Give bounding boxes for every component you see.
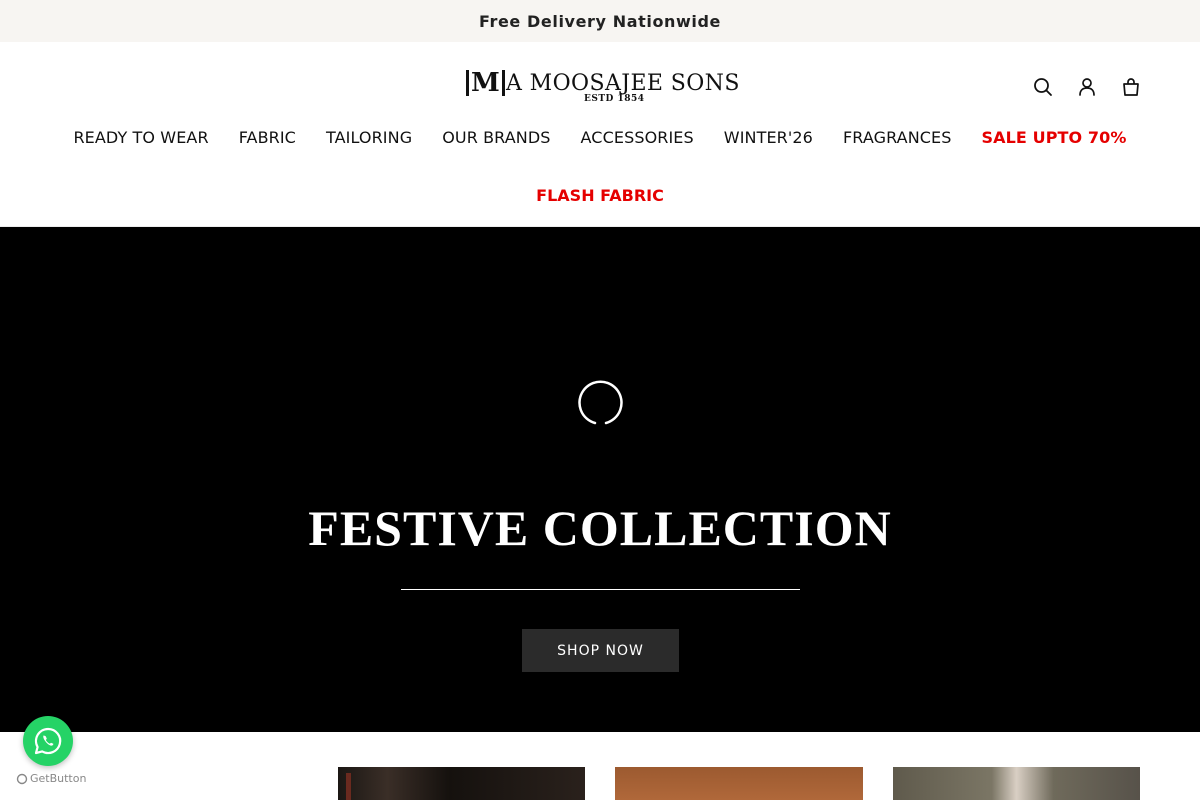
category-tile[interactable] — [338, 767, 585, 800]
search-icon[interactable] — [1032, 76, 1054, 98]
category-tiles — [0, 767, 1200, 800]
loading-spinner-icon — [578, 380, 623, 425]
nav-item-flash-fabric[interactable]: FLASH FABRIC — [536, 186, 664, 205]
secondary-nav: FLASH FABRIC — [0, 186, 1200, 205]
whatsapp-icon — [34, 727, 62, 755]
shop-now-button[interactable]: SHOP NOW — [522, 629, 679, 672]
nav-item-ready-to-wear[interactable]: READY TO WEAR — [73, 128, 208, 147]
getbutton-credit[interactable]: GetButton — [16, 772, 86, 785]
nav-item-our-brands[interactable]: OUR BRANDS — [442, 128, 550, 147]
announcement-bar: Free Delivery Nationwide — [0, 0, 1200, 42]
nav-item-tailoring[interactable]: TAILORING — [326, 128, 412, 147]
nav-item-winter26[interactable]: WINTER'26 — [724, 128, 813, 147]
hero-banner: FESTIVE COLLECTION SHOP NOW — [0, 227, 1200, 732]
header-icons — [1032, 76, 1142, 98]
getbutton-label: GetButton — [30, 772, 87, 785]
nav-item-accessories[interactable]: ACCESSORIES — [581, 128, 694, 147]
site-header: M A MOOSAJEE SONS ESTD 1854 READY TO WEA… — [0, 42, 1200, 227]
whatsapp-button[interactable] — [23, 716, 73, 766]
category-tile[interactable] — [893, 767, 1140, 800]
category-tile[interactable] — [615, 767, 863, 800]
nav-item-sale[interactable]: SALE UPTO 70% — [982, 128, 1127, 147]
main-nav: READY TO WEAR FABRIC TAILORING OUR BRAND… — [0, 128, 1200, 147]
logo-mark: M — [466, 69, 505, 97]
hero-divider — [401, 589, 800, 590]
getbutton-logo-icon — [16, 773, 28, 784]
logo-estd: ESTD 1854 — [584, 94, 645, 104]
logo[interactable]: M A MOOSAJEE SONS ESTD 1854 — [466, 69, 739, 106]
hero-title: FESTIVE COLLECTION — [308, 500, 892, 556]
nav-item-fabric[interactable]: FABRIC — [239, 128, 296, 147]
announcement-text: Free Delivery Nationwide — [478, 11, 722, 31]
nav-item-fragrances[interactable]: FRAGRANCES — [843, 128, 952, 147]
cart-icon[interactable] — [1120, 76, 1142, 98]
account-icon[interactable] — [1076, 76, 1098, 98]
